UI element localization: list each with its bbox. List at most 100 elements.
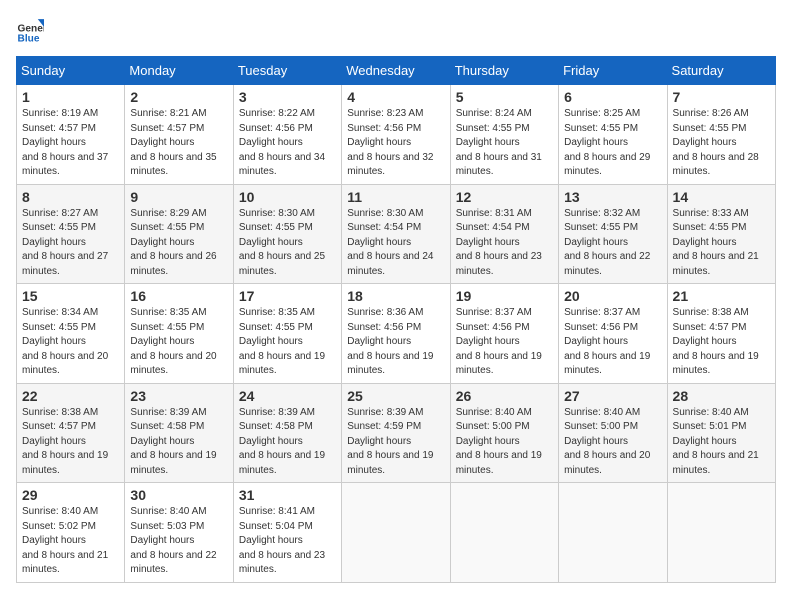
day-number: 19 [456, 288, 553, 304]
calendar-day-cell: 30 Sunrise: 8:40 AMSunset: 5:03 PMDaylig… [125, 483, 233, 583]
day-number: 10 [239, 189, 336, 205]
day-info: Sunrise: 8:40 AMSunset: 5:02 PMDaylight … [22, 506, 108, 575]
day-number: 17 [239, 288, 336, 304]
calendar-day-cell: 8 Sunrise: 8:27 AMSunset: 4:55 PMDayligh… [17, 184, 125, 284]
calendar-day-cell: 17 Sunrise: 8:35 AMSunset: 4:55 PMDaylig… [233, 284, 341, 384]
day-number: 23 [130, 388, 227, 404]
day-info: Sunrise: 8:34 AMSunset: 4:55 PMDaylight … [22, 307, 108, 376]
day-info: Sunrise: 8:27 AMSunset: 4:55 PMDaylight … [22, 208, 108, 277]
calendar-day-cell [450, 483, 558, 583]
calendar-week-row: 29 Sunrise: 8:40 AMSunset: 5:02 PMDaylig… [17, 483, 776, 583]
day-number: 24 [239, 388, 336, 404]
day-number: 11 [347, 189, 444, 205]
day-number: 28 [673, 388, 770, 404]
day-info: Sunrise: 8:30 AMSunset: 4:55 PMDaylight … [239, 208, 325, 277]
day-number: 18 [347, 288, 444, 304]
day-info: Sunrise: 8:30 AMSunset: 4:54 PMDaylight … [347, 208, 433, 277]
calendar-header-monday: Monday [125, 57, 233, 85]
day-info: Sunrise: 8:40 AMSunset: 5:00 PMDaylight … [564, 407, 650, 476]
day-info: Sunrise: 8:39 AMSunset: 4:58 PMDaylight … [130, 407, 216, 476]
calendar-day-cell: 26 Sunrise: 8:40 AMSunset: 5:00 PMDaylig… [450, 383, 558, 483]
day-number: 22 [22, 388, 119, 404]
calendar-week-row: 1 Sunrise: 8:19 AMSunset: 4:57 PMDayligh… [17, 85, 776, 185]
calendar-week-row: 8 Sunrise: 8:27 AMSunset: 4:55 PMDayligh… [17, 184, 776, 284]
calendar-header-saturday: Saturday [667, 57, 775, 85]
day-number: 26 [456, 388, 553, 404]
calendar-header-row: SundayMondayTuesdayWednesdayThursdayFrid… [17, 57, 776, 85]
calendar-week-row: 22 Sunrise: 8:38 AMSunset: 4:57 PMDaylig… [17, 383, 776, 483]
day-info: Sunrise: 8:26 AMSunset: 4:55 PMDaylight … [673, 108, 759, 177]
day-number: 15 [22, 288, 119, 304]
day-info: Sunrise: 8:41 AMSunset: 5:04 PMDaylight … [239, 506, 325, 575]
day-number: 25 [347, 388, 444, 404]
svg-text:Blue: Blue [18, 34, 40, 44]
day-info: Sunrise: 8:35 AMSunset: 4:55 PMDaylight … [130, 307, 216, 376]
calendar-day-cell: 11 Sunrise: 8:30 AMSunset: 4:54 PMDaylig… [342, 184, 450, 284]
day-info: Sunrise: 8:31 AMSunset: 4:54 PMDaylight … [456, 208, 542, 277]
calendar-day-cell [559, 483, 667, 583]
day-number: 9 [130, 189, 227, 205]
day-number: 1 [22, 89, 119, 105]
day-number: 3 [239, 89, 336, 105]
day-number: 29 [22, 487, 119, 503]
calendar-header-tuesday: Tuesday [233, 57, 341, 85]
calendar-day-cell: 25 Sunrise: 8:39 AMSunset: 4:59 PMDaylig… [342, 383, 450, 483]
day-number: 31 [239, 487, 336, 503]
calendar-table: SundayMondayTuesdayWednesdayThursdayFrid… [16, 56, 776, 583]
day-info: Sunrise: 8:32 AMSunset: 4:55 PMDaylight … [564, 208, 650, 277]
day-info: Sunrise: 8:39 AMSunset: 4:58 PMDaylight … [239, 407, 325, 476]
calendar-day-cell: 15 Sunrise: 8:34 AMSunset: 4:55 PMDaylig… [17, 284, 125, 384]
calendar-day-cell: 16 Sunrise: 8:35 AMSunset: 4:55 PMDaylig… [125, 284, 233, 384]
day-info: Sunrise: 8:37 AMSunset: 4:56 PMDaylight … [456, 307, 542, 376]
calendar-header-thursday: Thursday [450, 57, 558, 85]
calendar-day-cell: 28 Sunrise: 8:40 AMSunset: 5:01 PMDaylig… [667, 383, 775, 483]
day-info: Sunrise: 8:33 AMSunset: 4:55 PMDaylight … [673, 208, 759, 277]
calendar-header-friday: Friday [559, 57, 667, 85]
day-number: 21 [673, 288, 770, 304]
calendar-day-cell: 7 Sunrise: 8:26 AMSunset: 4:55 PMDayligh… [667, 85, 775, 185]
day-info: Sunrise: 8:24 AMSunset: 4:55 PMDaylight … [456, 108, 542, 177]
calendar-day-cell: 23 Sunrise: 8:39 AMSunset: 4:58 PMDaylig… [125, 383, 233, 483]
calendar-day-cell: 22 Sunrise: 8:38 AMSunset: 4:57 PMDaylig… [17, 383, 125, 483]
day-number: 5 [456, 89, 553, 105]
day-info: Sunrise: 8:25 AMSunset: 4:55 PMDaylight … [564, 108, 650, 177]
day-number: 13 [564, 189, 661, 205]
day-number: 20 [564, 288, 661, 304]
calendar-day-cell: 14 Sunrise: 8:33 AMSunset: 4:55 PMDaylig… [667, 184, 775, 284]
day-number: 16 [130, 288, 227, 304]
calendar-day-cell: 27 Sunrise: 8:40 AMSunset: 5:00 PMDaylig… [559, 383, 667, 483]
day-info: Sunrise: 8:21 AMSunset: 4:57 PMDaylight … [130, 108, 216, 177]
day-number: 6 [564, 89, 661, 105]
calendar-day-cell: 5 Sunrise: 8:24 AMSunset: 4:55 PMDayligh… [450, 85, 558, 185]
day-number: 14 [673, 189, 770, 205]
day-number: 4 [347, 89, 444, 105]
day-info: Sunrise: 8:29 AMSunset: 4:55 PMDaylight … [130, 208, 216, 277]
calendar-day-cell: 10 Sunrise: 8:30 AMSunset: 4:55 PMDaylig… [233, 184, 341, 284]
day-info: Sunrise: 8:37 AMSunset: 4:56 PMDaylight … [564, 307, 650, 376]
calendar-day-cell: 20 Sunrise: 8:37 AMSunset: 4:56 PMDaylig… [559, 284, 667, 384]
day-number: 8 [22, 189, 119, 205]
day-info: Sunrise: 8:23 AMSunset: 4:56 PMDaylight … [347, 108, 433, 177]
calendar-day-cell: 3 Sunrise: 8:22 AMSunset: 4:56 PMDayligh… [233, 85, 341, 185]
calendar-day-cell: 19 Sunrise: 8:37 AMSunset: 4:56 PMDaylig… [450, 284, 558, 384]
day-info: Sunrise: 8:38 AMSunset: 4:57 PMDaylight … [673, 307, 759, 376]
calendar-day-cell: 1 Sunrise: 8:19 AMSunset: 4:57 PMDayligh… [17, 85, 125, 185]
day-info: Sunrise: 8:40 AMSunset: 5:01 PMDaylight … [673, 407, 759, 476]
calendar-day-cell [342, 483, 450, 583]
page-header: General Blue [16, 16, 776, 44]
calendar-day-cell: 9 Sunrise: 8:29 AMSunset: 4:55 PMDayligh… [125, 184, 233, 284]
calendar-week-row: 15 Sunrise: 8:34 AMSunset: 4:55 PMDaylig… [17, 284, 776, 384]
calendar-day-cell: 6 Sunrise: 8:25 AMSunset: 4:55 PMDayligh… [559, 85, 667, 185]
day-info: Sunrise: 8:22 AMSunset: 4:56 PMDaylight … [239, 108, 325, 177]
day-info: Sunrise: 8:39 AMSunset: 4:59 PMDaylight … [347, 407, 433, 476]
calendar-day-cell: 12 Sunrise: 8:31 AMSunset: 4:54 PMDaylig… [450, 184, 558, 284]
day-number: 27 [564, 388, 661, 404]
calendar-day-cell: 2 Sunrise: 8:21 AMSunset: 4:57 PMDayligh… [125, 85, 233, 185]
calendar-header-sunday: Sunday [17, 57, 125, 85]
day-number: 12 [456, 189, 553, 205]
day-info: Sunrise: 8:40 AMSunset: 5:00 PMDaylight … [456, 407, 542, 476]
day-info: Sunrise: 8:35 AMSunset: 4:55 PMDaylight … [239, 307, 325, 376]
day-number: 2 [130, 89, 227, 105]
calendar-day-cell: 29 Sunrise: 8:40 AMSunset: 5:02 PMDaylig… [17, 483, 125, 583]
logo-icon: General Blue [16, 16, 44, 44]
